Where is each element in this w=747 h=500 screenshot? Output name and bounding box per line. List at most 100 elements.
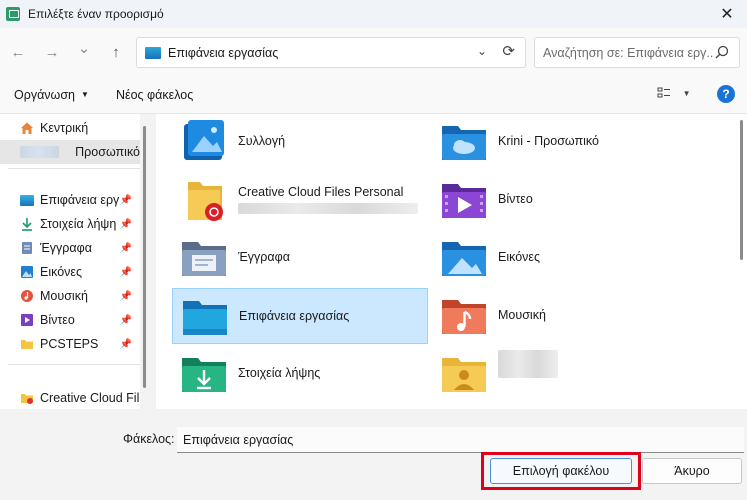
sidebar-item-label: Έγγραφα bbox=[40, 241, 92, 255]
pin-icon[interactable]: 📌 bbox=[120, 267, 132, 278]
chevron-down-icon[interactable]: ⌄ bbox=[477, 44, 487, 58]
select-folder-button[interactable]: Επιλογή φακέλου bbox=[490, 458, 632, 484]
pin-icon[interactable]: 📌 bbox=[120, 195, 132, 206]
sidebar-item-pcsteps[interactable]: PCSTEPS 📌 bbox=[0, 332, 140, 356]
scrollbar-thumb[interactable] bbox=[740, 120, 743, 260]
download-icon bbox=[22, 218, 32, 231]
sidebar-scrollbar[interactable] bbox=[140, 114, 150, 409]
pin-icon[interactable]: 📌 bbox=[120, 339, 132, 350]
documents-folder-icon bbox=[180, 234, 228, 280]
navigation-bar: ← → ⌄ ↑ Επιφάνεια εργασίας ⌄ ⟳ bbox=[0, 28, 747, 76]
search-icon[interactable] bbox=[715, 45, 729, 59]
redacted-folder-name bbox=[498, 350, 558, 378]
sidebar-item-documents[interactable]: Έγγραφα 📌 bbox=[0, 236, 140, 260]
folder-item-documents[interactable]: Έγγραφα bbox=[172, 230, 428, 284]
content-scrollbar[interactable] bbox=[737, 114, 747, 409]
downloads-folder-icon bbox=[180, 350, 228, 396]
folder-text: Creative Cloud Files Personal bbox=[238, 185, 418, 214]
sidebar-item-label: Βίντεο bbox=[40, 313, 75, 327]
organize-button[interactable]: Οργάνωση ▼ bbox=[14, 88, 89, 102]
folder-item-gallery[interactable]: Συλλογή bbox=[172, 114, 428, 168]
creative-cloud-icon bbox=[21, 394, 33, 404]
user-folder-icon bbox=[440, 350, 488, 396]
search-box[interactable] bbox=[534, 37, 740, 68]
app-icon bbox=[6, 7, 20, 21]
view-list-icon bbox=[657, 87, 670, 98]
folder-name-input[interactable] bbox=[177, 427, 744, 453]
pictures-folder-icon bbox=[440, 234, 488, 280]
forward-arrow-icon[interactable]: → bbox=[40, 40, 64, 64]
folder-name: Creative Cloud Files Personal bbox=[238, 184, 404, 199]
pin-icon[interactable]: 📌 bbox=[120, 291, 132, 302]
sidebar-item-label: Προσωπικό bbox=[75, 145, 140, 159]
sidebar-item-downloads[interactable]: Στοιχεία λήψη 📌 bbox=[0, 212, 140, 236]
window-title: Επιλέξτε έναν προορισμό bbox=[28, 7, 164, 21]
sidebar-item-label: Μουσική bbox=[40, 289, 88, 303]
sidebar-item-music[interactable]: Μουσική 📌 bbox=[0, 284, 140, 308]
folder-name: Εικόνες bbox=[498, 250, 541, 264]
sidebar-item-label: Εικόνες bbox=[40, 265, 83, 279]
divider bbox=[8, 168, 140, 169]
folder-item-user[interactable] bbox=[432, 346, 722, 400]
folder-item-onedrive[interactable]: Krini - Προσωπικό bbox=[432, 114, 722, 168]
pictures-icon bbox=[21, 266, 33, 278]
caret-down-icon: ▼ bbox=[81, 90, 89, 99]
organize-label: Οργάνωση bbox=[14, 88, 75, 102]
folder-item-music[interactable]: Μουσική bbox=[432, 288, 722, 342]
music-icon bbox=[21, 290, 33, 302]
sidebar-item-label: Επιφάνεια εργ bbox=[40, 193, 120, 207]
folder-name: Έγγραφα bbox=[238, 250, 290, 264]
sidebar-item-personal[interactable]: Προσωπικό bbox=[0, 140, 140, 164]
home-icon bbox=[21, 122, 33, 134]
folder-item-video[interactable]: Βίντεο bbox=[432, 172, 722, 226]
folder-icon bbox=[21, 340, 33, 349]
documents-icon bbox=[22, 242, 32, 254]
sidebar-item-pictures[interactable]: Εικόνες 📌 bbox=[0, 260, 140, 284]
command-bar: Οργάνωση ▼ Νέος φάκελος ▼ bbox=[0, 76, 747, 114]
title-bar: Επιλέξτε έναν προορισμό ✕ bbox=[0, 0, 747, 28]
folder-name: Μουσική bbox=[498, 308, 546, 322]
pin-icon[interactable]: 📌 bbox=[120, 315, 132, 326]
folder-item-downloads[interactable]: Στοιχεία λήψης bbox=[172, 346, 428, 400]
folder-item-desktop[interactable]: Επιφάνεια εργασίας bbox=[172, 288, 428, 344]
folder-name: Συλλογή bbox=[238, 134, 286, 148]
sidebar-item-label: Κεντρική bbox=[40, 121, 89, 135]
folder-field-label: Φάκελος: bbox=[123, 432, 175, 446]
folder-name: Στοιχεία λήψης bbox=[238, 366, 321, 380]
recent-locations-chevron-icon[interactable]: ⌄ bbox=[72, 36, 96, 60]
close-icon[interactable]: ✕ bbox=[707, 0, 747, 28]
creative-cloud-folder-icon bbox=[180, 176, 228, 222]
refresh-icon[interactable]: ⟳ bbox=[502, 42, 515, 60]
video-icon bbox=[21, 314, 33, 326]
help-icon[interactable]: ? bbox=[717, 85, 735, 103]
redacted-subtitle bbox=[238, 202, 418, 214]
search-input[interactable] bbox=[543, 45, 713, 60]
sidebar-item-home[interactable]: Κεντρική bbox=[0, 116, 140, 140]
divider bbox=[8, 364, 140, 365]
view-options-button[interactable]: ▼ bbox=[657, 86, 691, 101]
address-path[interactable]: Επιφάνεια εργασίας bbox=[168, 46, 278, 60]
sidebar-item-creative-cloud[interactable]: Creative Cloud File bbox=[0, 386, 140, 409]
gallery-icon bbox=[180, 118, 228, 164]
folder-name: Krini - Προσωπικό bbox=[498, 134, 599, 148]
folder-item-pictures[interactable]: Εικόνες bbox=[432, 230, 722, 284]
sidebar-item-label: Στοιχεία λήψη bbox=[40, 217, 117, 231]
video-folder-icon bbox=[440, 176, 488, 222]
sidebar-item-video[interactable]: Βίντεο 📌 bbox=[0, 308, 140, 332]
new-folder-button[interactable]: Νέος φάκελος bbox=[116, 88, 193, 102]
pin-icon[interactable]: 📌 bbox=[120, 219, 132, 230]
pin-icon[interactable]: 📌 bbox=[120, 243, 132, 254]
music-folder-icon bbox=[440, 292, 488, 338]
up-arrow-icon[interactable]: ↑ bbox=[104, 40, 128, 64]
scrollbar-thumb[interactable] bbox=[143, 126, 146, 388]
address-bar[interactable]: Επιφάνεια εργασίας ⌄ ⟳ bbox=[136, 37, 526, 68]
cancel-button[interactable]: Άκυρο bbox=[642, 458, 742, 484]
onedrive-folder-icon bbox=[440, 118, 488, 164]
sidebar-item-label: PCSTEPS bbox=[40, 337, 99, 351]
folder-item-creative-cloud[interactable]: Creative Cloud Files Personal bbox=[172, 172, 428, 226]
desktop-folder-icon bbox=[181, 293, 229, 339]
sidebar-item-label: Creative Cloud File bbox=[40, 391, 140, 405]
sidebar-item-desktop[interactable]: Επιφάνεια εργ 📌 bbox=[0, 188, 140, 212]
caret-down-icon: ▼ bbox=[682, 89, 691, 98]
back-arrow-icon[interactable]: ← bbox=[6, 40, 30, 64]
